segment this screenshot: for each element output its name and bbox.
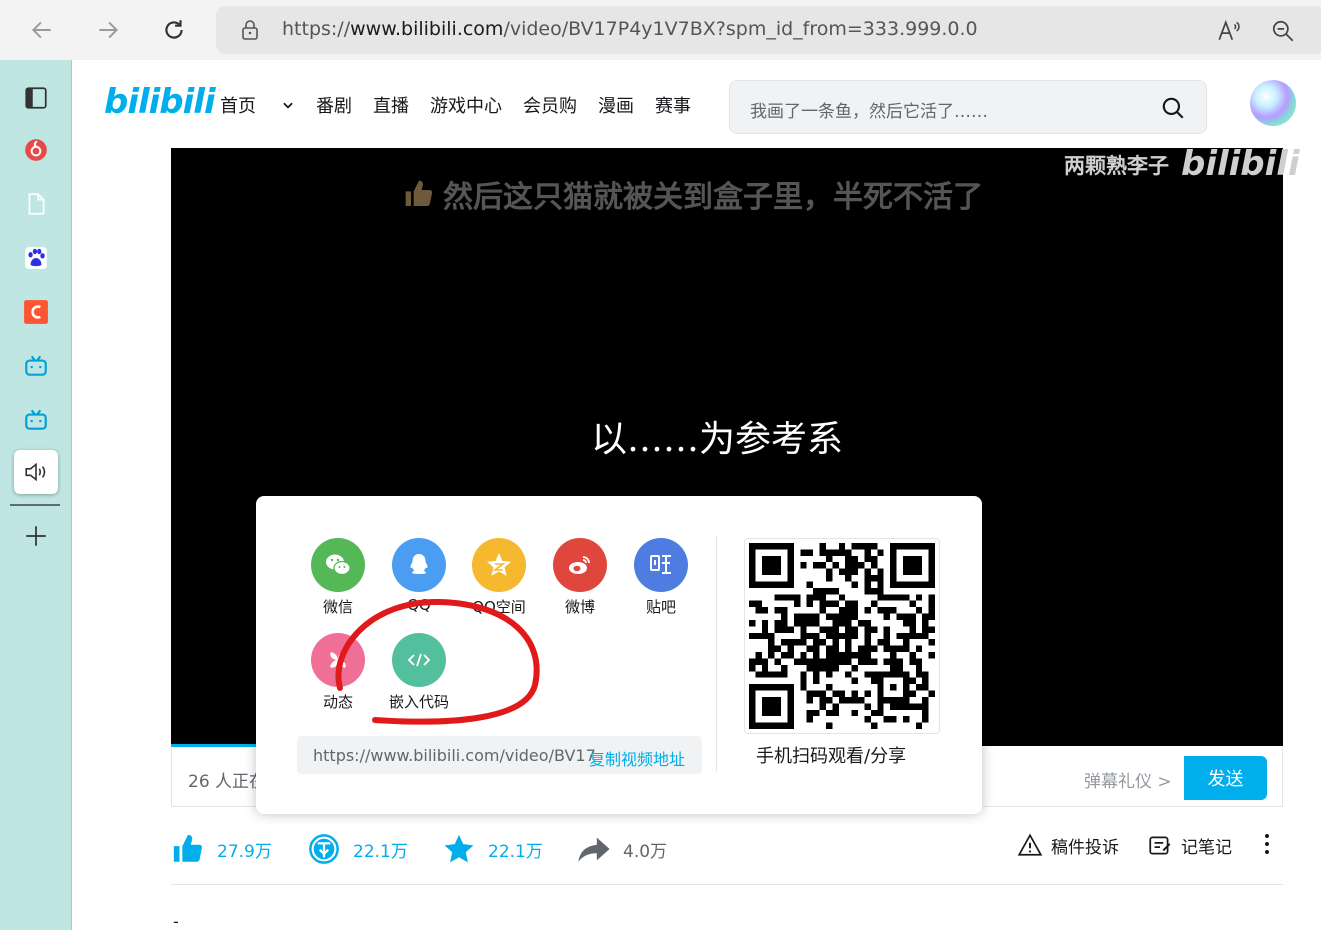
nav-item-live[interactable]: 直播 <box>373 92 409 118</box>
sidebar-item-bilibili-2[interactable] <box>14 398 58 442</box>
url-text: https://www.bilibili.com/video/BV17P4y1V… <box>282 18 978 40</box>
sidebar-item-csdn[interactable] <box>14 290 58 334</box>
nav-item-manga[interactable]: 漫画 <box>598 92 634 118</box>
sidebar-item-music[interactable] <box>14 128 58 172</box>
bilibili-logo[interactable]: bilibili <box>104 82 216 122</box>
browser-sidebar <box>0 60 72 930</box>
share-arrow-icon <box>578 837 610 862</box>
like-button[interactable]: 27.9万 <box>171 832 272 866</box>
share-link-box: https://www.bilibili.com/video/BV17 复制视频… <box>297 736 702 774</box>
arrow-right-icon <box>99 21 119 39</box>
share-wechat[interactable]: 微信 <box>298 538 378 617</box>
wechat-icon <box>326 554 351 576</box>
forward-button[interactable] <box>90 12 126 48</box>
nav-item-esports[interactable]: 赛事 <box>655 92 691 118</box>
plus-icon <box>26 526 46 546</box>
favorite-count: 22.1万 <box>488 841 543 862</box>
copy-link-button[interactable]: 复制视频地址 <box>589 746 685 770</box>
favorite-button[interactable]: 22.1万 <box>442 832 543 866</box>
like-count: 27.9万 <box>217 841 272 862</box>
document-icon <box>28 193 45 215</box>
thumbs-up-icon <box>173 834 202 862</box>
pinwheel-icon <box>330 652 346 668</box>
sidebar-item-tabs[interactable] <box>14 76 58 120</box>
footer-dash: - <box>173 912 179 931</box>
share-tieba[interactable]: 贴吧 <box>621 538 701 617</box>
danmu-comment: 然后这只猫就被关到盒子里，半死不活了 <box>403 172 983 216</box>
search-input[interactable]: 我画了一条鱼，然后它活了…… <box>750 97 988 122</box>
refresh-icon <box>165 20 183 39</box>
read-aloud-icon[interactable] <box>1216 18 1242 44</box>
viewer-count: 26 人正在 <box>188 772 267 792</box>
qr-code <box>744 538 940 734</box>
coin-button[interactable]: 22.1万 <box>307 832 408 866</box>
nav-item-mall[interactable]: 会员购 <box>523 92 577 118</box>
share-popup: 微信 QQ QQ空间 微博 贴吧 动态 嵌入代码 https://www.bil… <box>256 496 982 814</box>
video-subtitle: 以……为参考系 <box>591 419 844 460</box>
share-count: 4.0万 <box>623 841 668 862</box>
address-bar[interactable]: https://www.bilibili.com/video/BV17P4y1V… <box>216 6 1321 54</box>
lock-icon <box>242 20 258 40</box>
baidu-icon <box>25 247 47 269</box>
share-qzone[interactable]: QQ空间 <box>459 538 539 617</box>
sidebar-item-speaker[interactable] <box>14 450 58 494</box>
share-embed-code[interactable]: 嵌入代码 <box>379 633 459 712</box>
tieba-icon <box>650 555 671 574</box>
sidebar-add-button[interactable] <box>14 514 58 558</box>
sidebar-item-bilibili-1[interactable] <box>14 344 58 388</box>
divider <box>171 884 1283 885</box>
watermark-author: 两颗熟李子 <box>1064 154 1169 178</box>
bilibili-tv-icon <box>25 409 47 430</box>
share-divider <box>716 536 717 772</box>
speaker-icon <box>25 462 46 482</box>
nav-item-games[interactable]: 游戏中心 <box>430 92 502 118</box>
share-dynamic[interactable]: 动态 <box>298 633 378 712</box>
qzone-star-icon <box>487 553 511 576</box>
video-actions: 27.9万 22.1万 22.1万 4.0万 稿件投诉 记笔记 <box>171 828 1283 872</box>
search-box[interactable]: 我画了一条鱼，然后它活了…… <box>729 80 1207 134</box>
browser-toolbar: https://www.bilibili.com/video/BV17P4y1V… <box>0 0 1321 60</box>
qr-code-image <box>749 543 935 729</box>
avatar[interactable] <box>1250 80 1296 126</box>
sidebar-divider <box>10 504 60 506</box>
sidebar-item-baidu[interactable] <box>14 236 58 280</box>
thumbs-up-icon <box>405 180 433 206</box>
qr-caption: 手机扫码观看/分享 <box>756 746 907 767</box>
top-nav: 首页 番剧 直播 游戏中心 会员购 漫画 赛事 <box>220 92 712 118</box>
star-icon <box>444 834 474 863</box>
coin-count: 22.1万 <box>353 841 408 862</box>
chevron-down-icon <box>283 102 293 109</box>
back-button[interactable] <box>24 12 60 48</box>
share-qq[interactable]: QQ <box>379 538 459 614</box>
share-weibo[interactable]: 微博 <box>540 538 620 617</box>
qq-penguin-icon <box>410 554 428 574</box>
more-button[interactable] <box>1255 832 1279 856</box>
nav-item-anime[interactable]: 番剧 <box>316 92 352 118</box>
watermark-logo: bilibili <box>1181 144 1300 184</box>
coin-icon <box>309 834 339 864</box>
share-link-url[interactable]: https://www.bilibili.com/video/BV17 <box>313 746 596 765</box>
music-app-icon <box>25 139 47 161</box>
code-icon <box>407 653 431 667</box>
refresh-button[interactable] <box>156 12 192 48</box>
danmu-etiquette-link[interactable]: 弹幕礼仪 > <box>1084 767 1172 792</box>
more-vertical-icon <box>1265 834 1269 854</box>
bilibili-tv-icon <box>25 355 47 376</box>
warning-icon <box>1017 833 1043 856</box>
search-icon[interactable] <box>1160 95 1186 121</box>
report-button[interactable]: 稿件投诉 <box>1017 832 1119 858</box>
arrow-left-icon <box>31 21 51 39</box>
weibo-icon <box>569 556 590 574</box>
tabs-icon <box>25 87 47 109</box>
share-button[interactable]: 4.0万 <box>577 832 667 866</box>
notes-button[interactable]: 记笔记 <box>1147 832 1232 858</box>
sidebar-item-document[interactable] <box>14 182 58 226</box>
nav-item-home[interactable]: 首页 <box>220 92 295 118</box>
site-header: bilibili 首页 番剧 直播 游戏中心 会员购 漫画 赛事 我画了一条鱼，… <box>72 60 1321 148</box>
note-icon <box>1149 836 1171 855</box>
csdn-icon <box>24 300 48 324</box>
send-button[interactable]: 发送 <box>1184 756 1267 800</box>
zoom-icon[interactable] <box>1270 18 1296 44</box>
